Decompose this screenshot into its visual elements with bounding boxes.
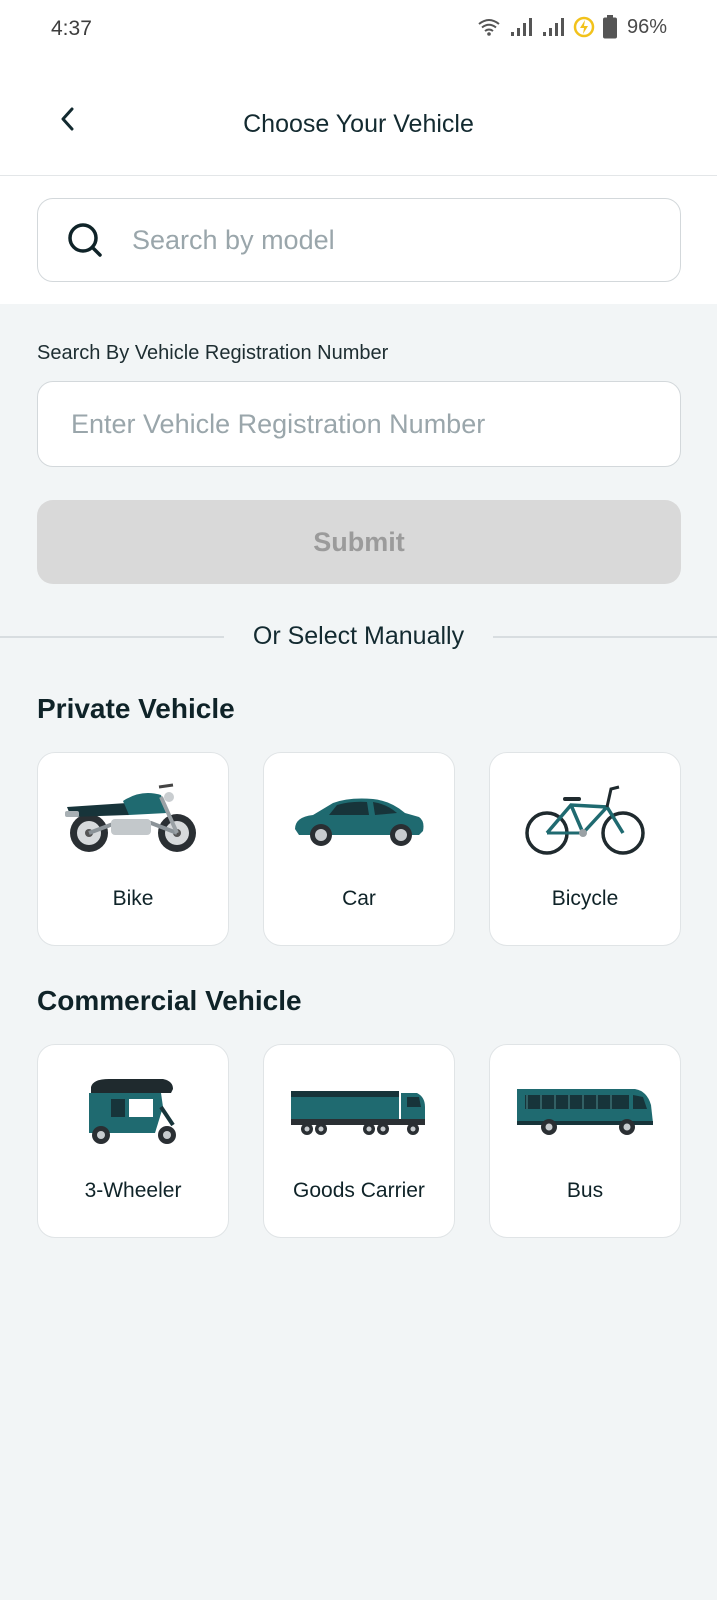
section-title-commercial: Commercial Vehicle: [37, 985, 302, 1016]
divider-line-right: [493, 636, 717, 638]
wifi-icon: [478, 19, 500, 36]
vehicle-card-goods-carrier[interactable]: Goods Carrier: [263, 1044, 455, 1238]
signal-icon-2: [542, 18, 564, 36]
vehicle-card-bike[interactable]: Bike: [37, 752, 229, 946]
motorcycle-icon: [65, 783, 196, 852]
page-title: Choose Your Vehicle: [243, 110, 474, 138]
status-time: 4:37: [51, 17, 92, 40]
vehicle-card-3-wheeler[interactable]: 3-Wheeler: [37, 1044, 229, 1238]
vehicle-label: Car: [342, 887, 376, 910]
registration-input[interactable]: [71, 408, 661, 440]
bus-icon: [517, 1089, 653, 1135]
search-input[interactable]: [132, 224, 652, 256]
bicycle-icon: [525, 785, 645, 855]
status-bar: 4:37 96%: [0, 0, 717, 62]
battery-icon: [602, 15, 617, 39]
vehicle-label: Bus: [566, 1179, 604, 1202]
battery-saver-icon: [573, 16, 595, 38]
status-icons: 96%: [477, 15, 667, 39]
truck-icon: [291, 1091, 425, 1135]
registration-label: Search By Vehicle Registration Number: [37, 342, 389, 364]
app-header: Choose Your Vehicle: [0, 62, 717, 176]
vehicle-label: Bicycle: [551, 887, 619, 910]
auto-rickshaw-icon: [89, 1079, 176, 1144]
search-icon: [66, 221, 104, 259]
private-vehicle-grid: Bike Car Bicycle: [37, 752, 681, 946]
vehicle-label: 3-Wheeler: [84, 1179, 182, 1202]
car-icon: [295, 798, 424, 846]
search-section: [0, 176, 717, 304]
vehicle-card-bus[interactable]: Bus: [489, 1044, 681, 1238]
battery-percentage: 96%: [626, 15, 667, 38]
submit-button[interactable]: Submit: [37, 500, 681, 584]
vehicle-card-car[interactable]: Car: [263, 752, 455, 946]
vehicle-label: Bike: [112, 887, 154, 910]
registration-field[interactable]: [37, 381, 681, 467]
signal-icon: [510, 18, 532, 36]
section-title-private: Private Vehicle: [37, 693, 235, 724]
vehicle-card-bicycle[interactable]: Bicycle: [489, 752, 681, 946]
search-bar[interactable]: [37, 198, 681, 282]
or-divider: Or Select Manually: [0, 620, 717, 654]
vehicle-label: Goods Carrier: [293, 1179, 425, 1202]
commercial-vehicle-grid: 3-Wheeler Goods Carrier Bus: [37, 1044, 681, 1238]
